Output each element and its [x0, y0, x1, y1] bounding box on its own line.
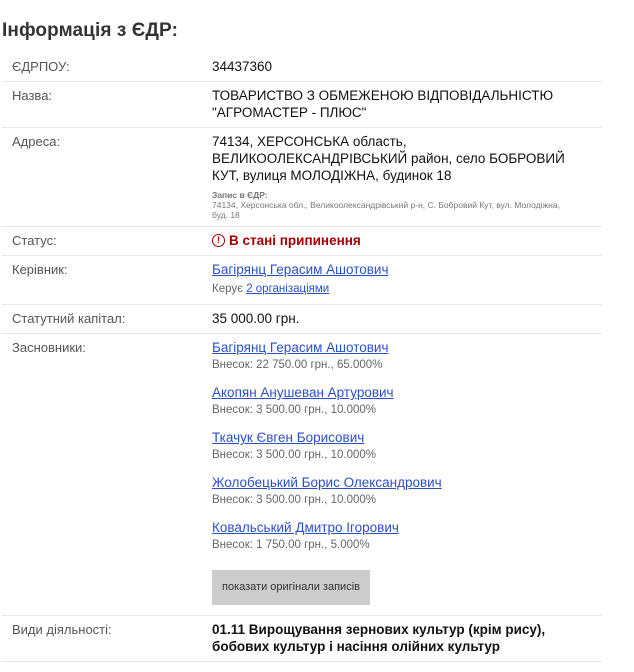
activity-line-2: бобових культур і насіння олійних культу… [212, 639, 500, 654]
address-line-1: 74134, ХЕРСОНСЬКА область, [212, 134, 407, 149]
founder-link[interactable]: Ковальський Дмитро Ігорович [212, 520, 399, 535]
founder-link[interactable]: Багірянц Герасим Ашотович [212, 340, 388, 355]
name-value: ТОВАРИСТВО З ОБМЕЖЕНОЮ ВІДПОВІДАЛЬНІСТЮ … [212, 82, 602, 127]
founder-share: Внесок: 3 500.00 грн., 10.000% [212, 449, 376, 461]
capital-label: Статутний капітал: [12, 311, 126, 326]
manages-organizations-link[interactable]: 2 організаціями [246, 283, 329, 295]
founder-share: Внесок: 3 500.00 грн., 10.000% [212, 494, 376, 506]
address-registry-note: Запис в ЄДР: 74134, Херсонська обл., Вел… [212, 190, 592, 220]
row-address: Адреса: 74134, ХЕРСОНСЬКА область, ВЕЛИК… [2, 128, 602, 227]
row-founders: Засновники: Багірянц Герасим Ашотович Вн… [2, 334, 602, 616]
clipped-next-row [2, 662, 602, 672]
address-note-line-2: буд. 18 [212, 210, 240, 220]
activity-line-1: 01.11 Вирощування зернових культур (крім… [212, 622, 546, 637]
show-original-records-button[interactable]: показати оригінали записів [212, 570, 370, 605]
edr-info-panel: Інформація з ЄДР: ЄДРПОУ: 34437360 Назва… [0, 0, 634, 662]
row-capital: Статутний капітал: 35 000.00 грн. [2, 305, 602, 334]
founder-link[interactable]: Акопян Анушеван Артурович [212, 385, 394, 400]
address-note-title: Запис в ЄДР: [212, 190, 268, 200]
founder-link[interactable]: Ткачук Євген Борисович [212, 430, 364, 445]
address-value: 74134, ХЕРСОНСЬКА область, ВЕЛИКООЛЕКСАН… [212, 128, 602, 226]
founder-link[interactable]: Жолобецький Борис Олександрович [212, 475, 442, 490]
row-director: Керівник: Багірянц Герасим Ашотович Керу… [2, 256, 602, 305]
address-note-line-1: 74134, Херсонська обл., Великоолександрі… [212, 200, 560, 210]
founder-item: Жолобецький Борис Олександрович Внесок: … [212, 474, 592, 509]
manages-prefix: Керує [212, 283, 243, 295]
name-label: Назва: [12, 88, 53, 103]
founders-label: Засновники: [12, 340, 86, 355]
address-line-3: КУТ, вулиця МОЛОДІЖНА, будинок 18 [212, 168, 452, 183]
row-edrpou: ЄДРПОУ: 34437360 [2, 53, 602, 82]
address-line-2: ВЕЛИКООЛЕКСАНДРІВСЬКИЙ район, село БОБРО… [212, 151, 565, 166]
founders-list: Багірянц Герасим Ашотович Внесок: 22 750… [212, 334, 602, 615]
founder-item: Акопян Анушеван Артурович Внесок: 3 500.… [212, 384, 592, 419]
status-value: ! В стані припинення [212, 227, 602, 255]
founder-share: Внесок: 3 500.00 грн., 10.000% [212, 404, 376, 416]
founder-item: Багірянц Герасим Ашотович Внесок: 22 750… [212, 339, 592, 374]
page-title: Інформація з ЄДР: [2, 20, 179, 41]
row-status: Статус: ! В стані припинення [2, 227, 602, 256]
director-value: Багірянц Герасим Ашотович Керує 2 органі… [212, 256, 602, 304]
founder-item: Ткачук Євген Борисович Внесок: 3 500.00 … [212, 429, 592, 464]
activities-label: Види діяльності: [12, 622, 112, 637]
status-badge: ! В стані припинення [212, 232, 592, 249]
activities-value: 01.11 Вирощування зернових культур (крім… [212, 616, 602, 661]
director-link[interactable]: Багірянц Герасим Ашотович [212, 262, 388, 277]
name-line-1: ТОВАРИСТВО З ОБМЕЖЕНОЮ ВІДПОВІДАЛЬНІСТЮ [212, 88, 554, 103]
row-name: Назва: ТОВАРИСТВО З ОБМЕЖЕНОЮ ВІДПОВІДАЛ… [2, 82, 602, 128]
edrpou-label: ЄДРПОУ: [12, 59, 70, 74]
capital-value: 35 000.00 грн. [212, 311, 300, 326]
row-activities: Види діяльності: 01.11 Вирощування зерно… [2, 616, 602, 662]
director-label: Керівник: [12, 262, 68, 277]
founder-item: Ковальський Дмитро Ігорович Внесок: 1 75… [212, 519, 592, 554]
warning-icon: ! [212, 234, 225, 247]
name-line-2: "АГРОМАСТЕР - ПЛЮС" [212, 105, 367, 120]
founder-share: Внесок: 1 750.00 грн., 5.000% [212, 539, 370, 551]
edrpou-value: 34437360 [212, 59, 273, 74]
status-label: Статус: [12, 233, 57, 248]
status-text: В стані припинення [229, 233, 361, 248]
address-label: Адреса: [12, 134, 61, 149]
director-manages: Керує 2 організаціями [212, 281, 592, 298]
info-table: ЄДРПОУ: 34437360 Назва: ТОВАРИСТВО З ОБМ… [2, 53, 602, 672]
founder-share: Внесок: 22 750.00 грн., 65.000% [212, 359, 383, 371]
